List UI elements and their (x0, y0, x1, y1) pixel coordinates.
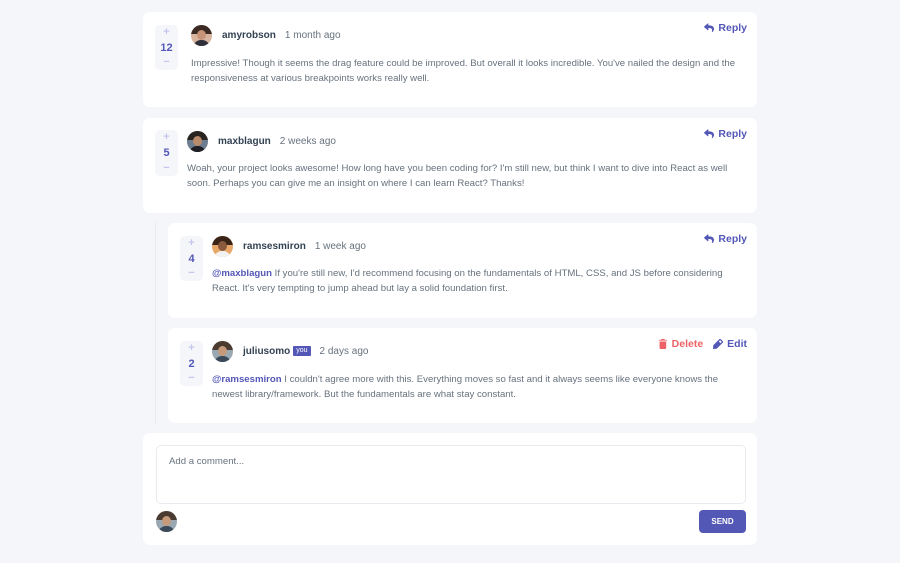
username[interactable]: ramsesmiron (243, 241, 306, 252)
username[interactable]: juliusomo (243, 346, 290, 357)
downvote-button[interactable]: − (188, 373, 194, 384)
reply-body: If you're still new, I'd recommend focus… (212, 268, 723, 294)
upvote-button[interactable]: + (188, 238, 194, 249)
vote-score: 4 (188, 252, 195, 265)
thread-line (155, 222, 156, 424)
current-user-avatar (156, 511, 177, 532)
vote-widget: + 12 − (155, 25, 178, 70)
edit-button[interactable]: Edit (713, 338, 747, 350)
reply-label: Reply (718, 22, 747, 34)
comment-text: Impressive! Though it seems the drag fea… (191, 58, 736, 84)
avatar (212, 235, 233, 257)
comment-input[interactable]: Add a comment... (156, 445, 746, 504)
comment-card: + 12 − amyrobson 1 month ago Reply Impre… (143, 12, 757, 107)
vote-widget: + 4 − (180, 236, 203, 281)
vote-widget: + 2 − (180, 341, 203, 386)
comment-actions: Reply (704, 22, 747, 34)
username[interactable]: amyrobson (222, 30, 276, 41)
comment-actions: Reply (704, 233, 747, 245)
timestamp: 1 month ago (284, 29, 341, 41)
upvote-button[interactable]: + (163, 27, 169, 38)
reply-button[interactable]: Reply (704, 233, 747, 245)
reply-icon (704, 23, 715, 33)
reply-body: I couldn't agree more with this. Everyth… (212, 374, 719, 400)
delete-button[interactable]: Delete (658, 338, 704, 350)
reply-button[interactable]: Reply (704, 22, 747, 34)
timestamp: 2 weeks ago (279, 135, 336, 147)
reply-label: Reply (718, 233, 747, 245)
vote-score: 2 (188, 357, 195, 370)
trash-icon (658, 339, 667, 349)
you-badge: you (293, 346, 311, 356)
reply-icon (704, 234, 715, 244)
upvote-button[interactable]: + (188, 343, 194, 354)
reply-label: Reply (718, 128, 747, 140)
comment-actions: Reply (704, 128, 747, 140)
vote-score: 12 (160, 41, 173, 54)
comment-text: @maxblagun If you're still new, I'd reco… (212, 266, 745, 296)
delete-label: Delete (671, 338, 704, 350)
reply-icon (704, 129, 715, 139)
add-comment-card: Add a comment... SEND (143, 433, 757, 545)
comment-actions: Delete Edit (658, 338, 747, 350)
mention-link[interactable]: @maxblagun (212, 268, 272, 279)
comment-header: juliusomo you 2 days ago (212, 340, 368, 362)
vote-widget: + 5 − (155, 130, 178, 176)
reply-card: + 4 − ramsesmiron 1 week ago Reply @maxb… (168, 223, 757, 318)
edit-label: Edit (727, 338, 747, 350)
timestamp: 2 days ago (319, 345, 369, 357)
pencil-icon (713, 339, 724, 349)
upvote-button[interactable]: + (163, 132, 169, 143)
reply-card: + 2 − juliusomo you 2 days ago Delete Ed… (168, 328, 757, 423)
comment-text: @ramsesmiron I couldn't agree more with … (212, 372, 745, 402)
send-button[interactable]: SEND (699, 510, 746, 533)
comment-header: amyrobson 1 month ago (191, 24, 341, 46)
avatar (187, 130, 208, 152)
downvote-button[interactable]: − (188, 268, 194, 279)
avatar (212, 340, 233, 362)
mention-link[interactable]: @ramsesmiron (212, 374, 282, 385)
comment-header: maxblagun 2 weeks ago (187, 130, 336, 152)
comment-card: + 5 − maxblagun 2 weeks ago Reply Woah, … (143, 118, 757, 213)
reply-button[interactable]: Reply (704, 128, 747, 140)
username[interactable]: maxblagun (218, 136, 271, 147)
comment-header: ramsesmiron 1 week ago (212, 235, 366, 257)
comment-text: Woah, your project looks awesome! How lo… (187, 163, 728, 189)
vote-score: 5 (163, 147, 170, 159)
downvote-button[interactable]: − (163, 57, 169, 68)
timestamp: 1 week ago (314, 240, 366, 252)
avatar (191, 24, 212, 46)
downvote-button[interactable]: − (163, 163, 169, 174)
